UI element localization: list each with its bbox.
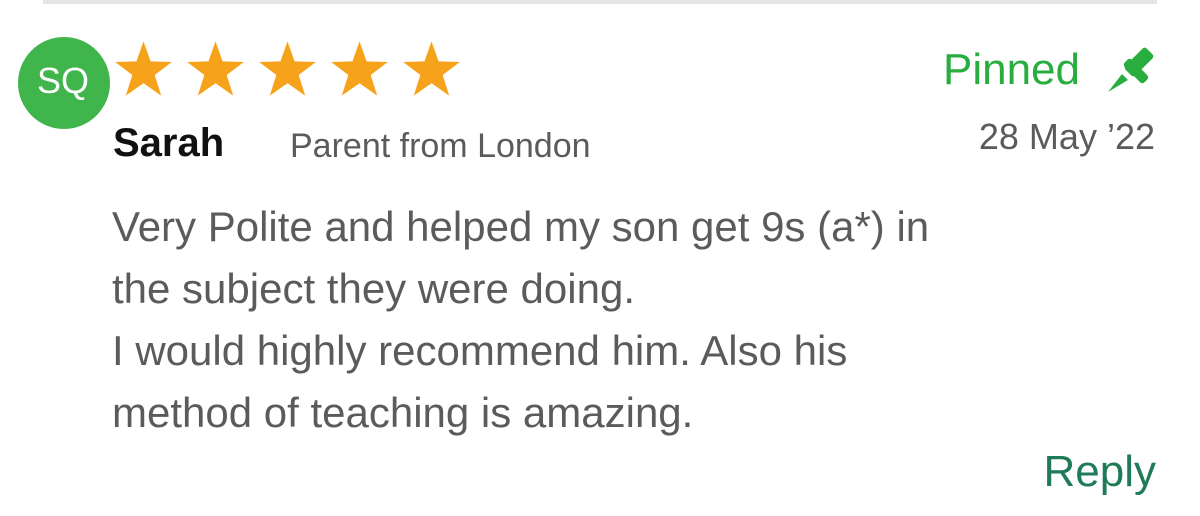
- star-icon: [115, 41, 172, 96]
- star-icon: [403, 41, 460, 96]
- avatar: SQ: [18, 37, 110, 129]
- avatar-initials: SQ: [36, 60, 89, 101]
- reviewer-role: Parent from London: [290, 127, 591, 165]
- review-body: Very Polite and helped my son get 9s (a*…: [112, 196, 1132, 444]
- star-rating: [114, 40, 461, 97]
- pinned-label: Pinned: [942, 45, 1080, 94]
- review-body-line: Very Polite and helped my son get 9s (a*…: [112, 203, 930, 250]
- review-body-line: the subject they were doing.: [112, 265, 635, 312]
- review-body-line: method of teaching is amazing.: [112, 389, 694, 436]
- star-icon: [331, 41, 388, 96]
- star-icon: [259, 41, 316, 96]
- pinned-indicator: Pinned: [943, 42, 1156, 98]
- review-date: 28 May ’22: [978, 116, 1155, 157]
- reply-button[interactable]: Reply: [1044, 444, 1157, 500]
- review-body-line: I would highly recommend him. Also his: [112, 327, 848, 374]
- review-card: SQ Sarah Parent from London Pinned 28 Ma…: [0, 0, 1200, 516]
- top-divider: [43, 0, 1157, 4]
- star-icon: [187, 41, 244, 96]
- pin-icon: [1108, 47, 1154, 92]
- reviewer-name: Sarah: [113, 121, 225, 165]
